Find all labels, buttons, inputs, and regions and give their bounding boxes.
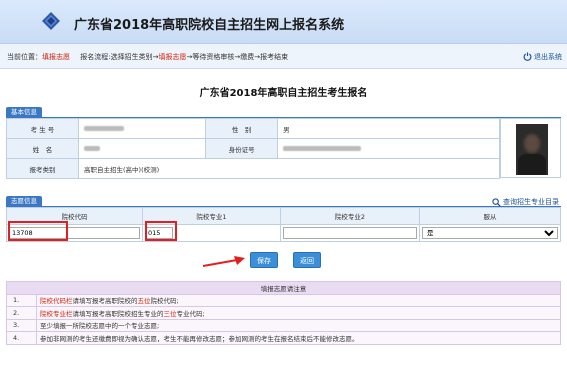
note-part: 院校代码; xyxy=(150,297,179,306)
redacted-value xyxy=(283,146,362,151)
note-text: 院校专业栏请填写报考高职院校招生专业的三位专业代码; xyxy=(36,306,561,320)
note-number: 2. xyxy=(6,306,37,320)
note-part: 请填写报考高职院校的 xyxy=(72,297,138,306)
major1-input[interactable] xyxy=(145,227,173,239)
category-value: 高职自主招生(高中)(校测) xyxy=(78,158,500,179)
redacted-value xyxy=(84,126,124,131)
school-code-header: 院校代码 xyxy=(6,207,143,225)
major2-cell xyxy=(280,224,420,242)
major1-cell xyxy=(142,224,281,242)
breadcrumb: 当前位置：填报志愿 报名流程:选择招生类别→填报志愿→等待资格审核→缴费→报考结… xyxy=(7,52,288,62)
note-highlight: 院校专业栏 xyxy=(40,309,73,318)
notes-table: 填报志愿请注意 1. 院校代码栏请填写报考高职院校的五位院校代码; 2. 院校专… xyxy=(6,281,561,345)
red-arrow-icon xyxy=(203,256,245,267)
photo-body xyxy=(518,154,546,175)
major2-header: 院校专业2 xyxy=(280,207,420,225)
school-code-cell xyxy=(6,224,143,242)
note-text: 参加非网测的考生还缴费即视为确认志愿，考生不能再修改志愿；参加网测的考生在报名结… xyxy=(36,331,561,345)
logout-button[interactable]: 退出系统 xyxy=(523,50,562,63)
notes-row: 3. 至少填报一所院校志愿中的一个专业志愿; xyxy=(6,318,561,332)
process-current: 填报志愿 xyxy=(158,53,187,61)
wish-input-row: 是 xyxy=(6,224,561,242)
save-button[interactable]: 保存 xyxy=(250,252,278,268)
id-number-label: 身份证号 xyxy=(205,138,279,159)
major2-input[interactable] xyxy=(283,227,417,239)
notes-row: 1. 院校代码栏请填写报考高职院校的五位院校代码; xyxy=(6,293,561,307)
notes-row: 2. 院校专业栏请填写报考高职院校招生专业的三位专业代码; xyxy=(6,306,561,320)
location-label: 当前位置： xyxy=(7,53,42,61)
notes-row: 4. 参加非网测的考生还缴费即视为确认志愿，考生不能再修改志愿；参加网测的考生在… xyxy=(6,331,561,345)
major1-header: 院校专业1 xyxy=(142,207,281,225)
note-text: 至少填报一所院校志愿中的一个专业志愿; xyxy=(36,318,561,332)
name-label: 姓 名 xyxy=(6,138,79,159)
app-title: 广东省2018年高职院校自主招生网上报名系统 xyxy=(74,18,345,33)
basic-info-table: 考 生 号 性 别 男 姓 名 身份证号 报考类别 高职自主招生(高中)(校测) xyxy=(6,118,500,179)
candidate-no-value xyxy=(77,118,207,139)
logout-label: 退出系统 xyxy=(534,52,562,61)
gender-label: 性 别 xyxy=(205,118,279,139)
notes-title: 填报志愿请注意 xyxy=(6,281,561,295)
back-button[interactable]: 返回 xyxy=(293,252,321,268)
power-icon xyxy=(523,52,532,61)
id-number-value xyxy=(277,138,500,159)
search-icon xyxy=(492,197,501,207)
wish-header-row: 院校代码 院校专业1 院校专业2 服从 xyxy=(6,207,561,225)
wish-table: 院校代码 院校专业1 院校专业2 服从 是 xyxy=(6,207,561,242)
note-part: 专业代码; xyxy=(176,309,205,318)
redacted-value xyxy=(84,146,100,151)
note-text: 院校代码栏请填写报考高职院校的五位院校代码; xyxy=(36,293,561,307)
candidate-photo xyxy=(516,124,548,175)
name-value xyxy=(77,138,207,159)
basic-row: 考 生 号 性 别 男 xyxy=(6,118,500,139)
note-highlight: 三位 xyxy=(163,309,177,318)
school-code-input[interactable] xyxy=(9,227,140,239)
logo-icon xyxy=(42,12,60,30)
location-current: 填报志愿 xyxy=(42,53,70,61)
notes-header-row: 填报志愿请注意 xyxy=(6,281,561,295)
obey-header: 服从 xyxy=(419,207,561,225)
note-part: 请填写报考高职院校招生专业的 xyxy=(72,309,164,318)
candidate-no-label: 考 生 号 xyxy=(6,118,79,139)
note-number: 4. xyxy=(6,331,37,345)
note-number: 3. xyxy=(6,318,37,332)
query-major-catalog-link[interactable]: 查询招生专业目录 xyxy=(492,197,559,207)
note-highlight: 五位 xyxy=(137,297,151,306)
obey-cell: 是 xyxy=(419,224,561,242)
gender-value: 男 xyxy=(277,118,500,139)
process-label: 报名流程:选择招生类别→ xyxy=(80,53,159,61)
category-label: 报考类别 xyxy=(6,158,79,179)
breadcrumb-bar: 当前位置：填报志愿 报名流程:选择招生类别→填报志愿→等待资格审核→缴费→报考结… xyxy=(0,44,567,69)
basic-row: 报考类别 高职自主招生(高中)(校测) xyxy=(6,158,500,179)
photo-head xyxy=(524,134,540,153)
basic-row: 姓 名 身份证号 xyxy=(6,138,500,159)
page-title: 广东省2018年高职自主招生考生报名 xyxy=(199,88,368,99)
query-label: 查询招生专业目录 xyxy=(503,198,559,206)
note-highlight: 院校代码栏 xyxy=(40,297,73,306)
process-rest: →等待资格审核→缴费→报考结束 xyxy=(186,53,289,61)
photo-cell xyxy=(500,118,561,178)
note-number: 1. xyxy=(6,293,37,307)
obey-select[interactable]: 是 xyxy=(422,227,558,239)
app-header: 广东省2018年高职院校自主招生网上报名系统 xyxy=(0,0,567,44)
